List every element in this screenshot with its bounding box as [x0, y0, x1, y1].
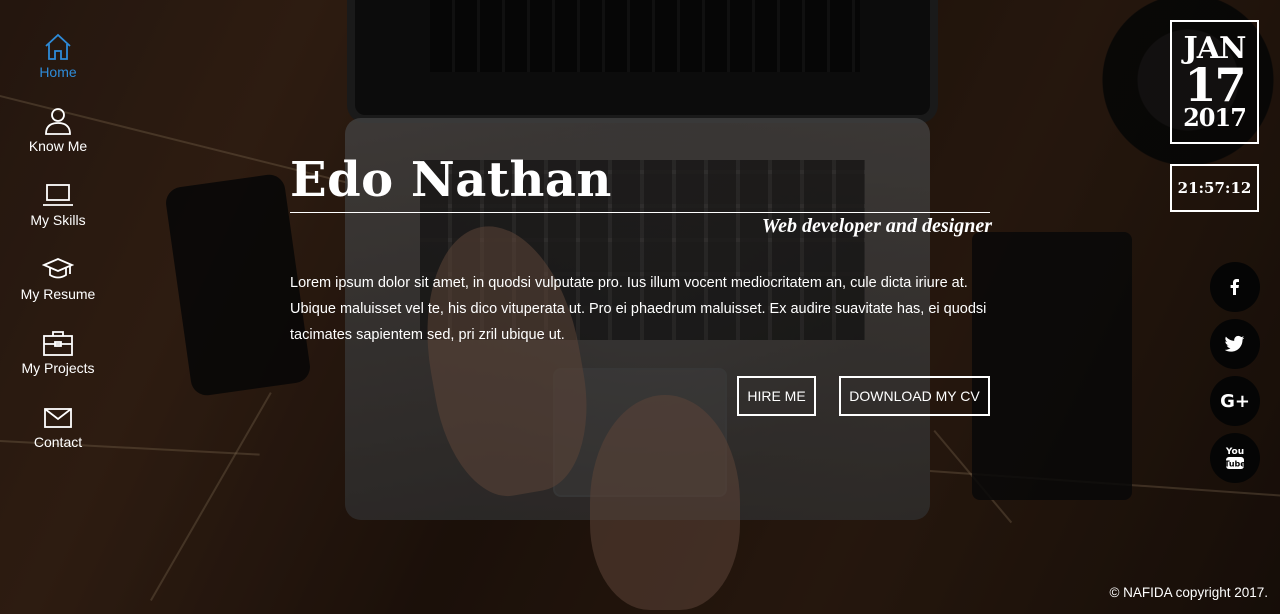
date-widget: JAN 17 2017 — [1170, 20, 1259, 144]
date-day: 17 — [1184, 58, 1246, 112]
nav-label: Know Me — [28, 138, 88, 154]
clock-widget: 21:57:12 — [1170, 164, 1259, 212]
user-icon — [41, 104, 75, 138]
nav-item-my-resume[interactable]: My Resume — [0, 252, 116, 326]
home-icon — [41, 30, 75, 64]
svg-text:You: You — [1225, 447, 1244, 457]
nav-item-know-me[interactable]: Know Me — [0, 104, 116, 178]
nav-label: Contact — [33, 434, 83, 450]
youtube-icon[interactable]: You Tube — [1210, 433, 1260, 483]
download-cv-button[interactable]: DOWNLOAD MY CV — [839, 376, 990, 416]
nav-item-contact[interactable]: Contact — [0, 400, 116, 474]
graduation-cap-icon — [41, 252, 75, 286]
envelope-icon — [41, 400, 75, 434]
nav-item-my-skills[interactable]: My Skills — [0, 178, 116, 252]
nav-label: Home — [39, 64, 77, 80]
date-year: 2017 — [1183, 103, 1247, 132]
laptop-icon — [41, 178, 75, 212]
copyright-text: © NAFIDA copyright 2017. — [1109, 585, 1268, 600]
hire-me-button[interactable]: HIRE ME — [737, 376, 816, 416]
nav-item-home[interactable]: Home — [0, 30, 116, 104]
google-plus-icon[interactable]: G+ — [1210, 376, 1260, 426]
hero-name: Edo Nathan — [290, 152, 612, 208]
svg-text:Tube: Tube — [1224, 460, 1246, 469]
facebook-icon[interactable] — [1210, 262, 1260, 312]
hero-subtitle: Web developer and designer — [761, 215, 992, 237]
nav-item-my-projects[interactable]: My Projects — [0, 326, 116, 400]
social-links: G+ You Tube — [1210, 262, 1260, 490]
nav-label: My Resume — [20, 286, 96, 302]
nav-label: My Projects — [21, 360, 95, 376]
twitter-icon[interactable] — [1210, 319, 1260, 369]
sidebar-nav: Home Know Me My Skills My Resume My Proj… — [0, 30, 116, 474]
hero-description: Lorem ipsum dolor sit amet, in quodsi vu… — [290, 275, 987, 343]
page: Home Know Me My Skills My Resume My Proj… — [0, 0, 1280, 614]
briefcase-icon — [41, 326, 75, 360]
nav-label: My Skills — [30, 212, 86, 228]
